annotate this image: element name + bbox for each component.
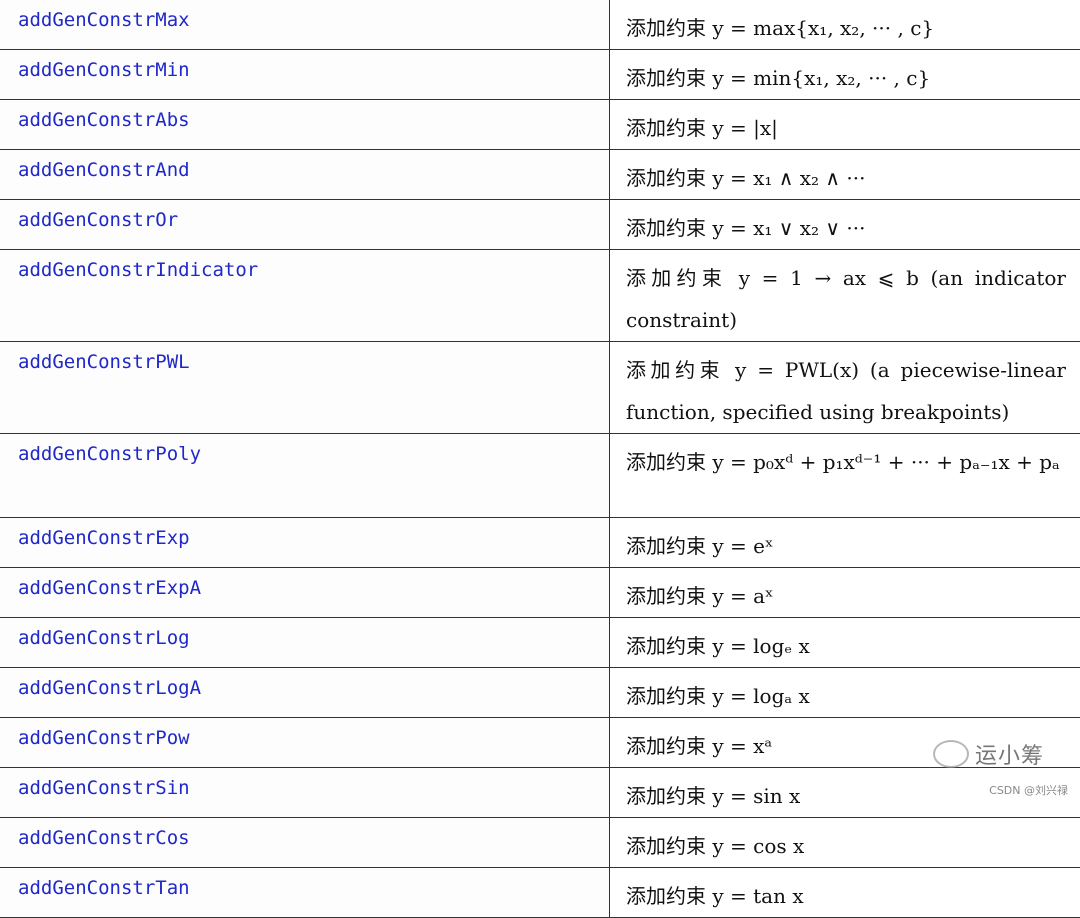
function-name: addGenConstrTan	[0, 868, 609, 899]
function-cell: addGenConstrTan	[0, 868, 610, 918]
description-cell: 添加约束 y = aˣ	[610, 568, 1080, 618]
table-row: addGenConstrMax添加约束 y = max{x₁, x₂, ··· …	[0, 0, 1080, 50]
description-cell: 添加约束 y = logₐ x	[610, 668, 1080, 718]
description-cell: 添加约束 y = 1 → ax ⩽ b (an indicator constr…	[610, 250, 1080, 342]
function-name: addGenConstrLogA	[0, 668, 609, 699]
function-cell: addGenConstrLog	[0, 618, 610, 668]
function-cell: addGenConstrExp	[0, 518, 610, 568]
function-name: addGenConstrLog	[0, 618, 609, 649]
function-cell: addGenConstrIndicator	[0, 250, 610, 342]
function-name: addGenConstrMax	[0, 0, 609, 31]
description-cell: 添加约束 y = logₑ x	[610, 618, 1080, 668]
function-cell: addGenConstrCos	[0, 818, 610, 868]
description-cell: 添加约束 y = max{x₁, x₂, ··· , c}	[610, 0, 1080, 50]
description-text: 添加约束 y = logₑ x	[610, 618, 1080, 667]
function-cell: addGenConstrPoly	[0, 434, 610, 518]
function-name: addGenConstrMin	[0, 50, 609, 81]
function-cell: addGenConstrLogA	[0, 668, 610, 718]
description-text: 添加约束 y = logₐ x	[610, 668, 1080, 717]
function-cell: addGenConstrSin	[0, 768, 610, 818]
description-text: 添加约束 y = aˣ	[610, 568, 1080, 617]
description-text: 添加约束 y = tan x	[610, 868, 1080, 917]
description-text: 添加约束 y = max{x₁, x₂, ··· , c}	[610, 0, 1080, 49]
description-text: 添加约束 y = min{x₁, x₂, ··· , c}	[610, 50, 1080, 99]
table-row: addGenConstrTan添加约束 y = tan x	[0, 868, 1080, 918]
function-cell: addGenConstrMin	[0, 50, 610, 100]
table-row: addGenConstrOr添加约束 y = x₁ ∨ x₂ ∨ ···	[0, 200, 1080, 250]
function-cell: addGenConstrAnd	[0, 150, 610, 200]
watermark: 运小筹	[933, 738, 1044, 770]
function-cell: addGenConstrPow	[0, 718, 610, 768]
table-row: addGenConstrIndicator添加约束 y = 1 → ax ⩽ b…	[0, 250, 1080, 342]
gen-constr-table: addGenConstrMax添加约束 y = max{x₁, x₂, ··· …	[0, 0, 1080, 918]
table-row: addGenConstrCos添加约束 y = cos x	[0, 818, 1080, 868]
description-cell: 添加约束 y = x₁ ∨ x₂ ∨ ···	[610, 200, 1080, 250]
function-name: addGenConstrExp	[0, 518, 609, 549]
function-cell: addGenConstrMax	[0, 0, 610, 50]
table-row: addGenConstrExp添加约束 y = eˣ	[0, 518, 1080, 568]
table-row: addGenConstrPoly添加约束 y = p₀xᵈ + p₁xᵈ⁻¹ +…	[0, 434, 1080, 518]
function-cell: addGenConstrExpA	[0, 568, 610, 618]
table-row: addGenConstrLogA添加约束 y = logₐ x	[0, 668, 1080, 718]
table-row: addGenConstrPow添加约束 y = xᵃ	[0, 718, 1080, 768]
table-body: addGenConstrMax添加约束 y = max{x₁, x₂, ··· …	[0, 0, 1080, 918]
function-cell: addGenConstrPWL	[0, 342, 610, 434]
description-text: 添加约束 y = 1 → ax ⩽ b (an indicator constr…	[610, 250, 1080, 341]
function-name: addGenConstrExpA	[0, 568, 609, 599]
function-cell: addGenConstrAbs	[0, 100, 610, 150]
function-name: addGenConstrIndicator	[0, 250, 609, 281]
description-text: 添加约束 y = cos x	[610, 818, 1080, 867]
table-row: addGenConstrSin添加约束 y = sin x	[0, 768, 1080, 818]
description-cell: 添加约束 y = x₁ ∧ x₂ ∧ ···	[610, 150, 1080, 200]
description-text: 添加约束 y = PWL(x) (a piecewise-linear func…	[610, 342, 1080, 433]
description-text: 添加约束 y = p₀xᵈ + p₁xᵈ⁻¹ + ··· + pₐ₋₁x + p…	[610, 434, 1080, 483]
function-name: addGenConstrCos	[0, 818, 609, 849]
table-row: addGenConstrLog添加约束 y = logₑ x	[0, 618, 1080, 668]
credit-text: CSDN @刘兴禄	[989, 782, 1068, 798]
function-name: addGenConstrAbs	[0, 100, 609, 131]
function-name: addGenConstrOr	[0, 200, 609, 231]
function-cell: addGenConstrOr	[0, 200, 610, 250]
table-row: addGenConstrExpA添加约束 y = aˣ	[0, 568, 1080, 618]
description-text: 添加约束 y = x₁ ∨ x₂ ∨ ···	[610, 200, 1080, 249]
function-name: addGenConstrSin	[0, 768, 609, 799]
function-name: addGenConstrAnd	[0, 150, 609, 181]
function-name: addGenConstrPow	[0, 718, 609, 749]
description-cell: 添加约束 y = tan x	[610, 868, 1080, 918]
description-text: 添加约束 y = eˣ	[610, 518, 1080, 567]
description-text: 添加约束 y = x₁ ∧ x₂ ∧ ···	[610, 150, 1080, 199]
description-cell: 添加约束 y = PWL(x) (a piecewise-linear func…	[610, 342, 1080, 434]
description-cell: 添加约束 y = eˣ	[610, 518, 1080, 568]
watermark-text: 运小筹	[975, 738, 1044, 770]
table-row: addGenConstrMin添加约束 y = min{x₁, x₂, ··· …	[0, 50, 1080, 100]
wechat-icon	[933, 740, 969, 768]
description-cell: 添加约束 y = |x|	[610, 100, 1080, 150]
description-text: 添加约束 y = |x|	[610, 100, 1080, 149]
function-name: addGenConstrPoly	[0, 434, 609, 465]
function-name: addGenConstrPWL	[0, 342, 609, 373]
description-cell: 添加约束 y = cos x	[610, 818, 1080, 868]
description-cell: 添加约束 y = min{x₁, x₂, ··· , c}	[610, 50, 1080, 100]
table-row: addGenConstrAbs添加约束 y = |x|	[0, 100, 1080, 150]
table-row: addGenConstrAnd添加约束 y = x₁ ∧ x₂ ∧ ···	[0, 150, 1080, 200]
table-row: addGenConstrPWL添加约束 y = PWL(x) (a piecew…	[0, 342, 1080, 434]
description-cell: 添加约束 y = p₀xᵈ + p₁xᵈ⁻¹ + ··· + pₐ₋₁x + p…	[610, 434, 1080, 518]
